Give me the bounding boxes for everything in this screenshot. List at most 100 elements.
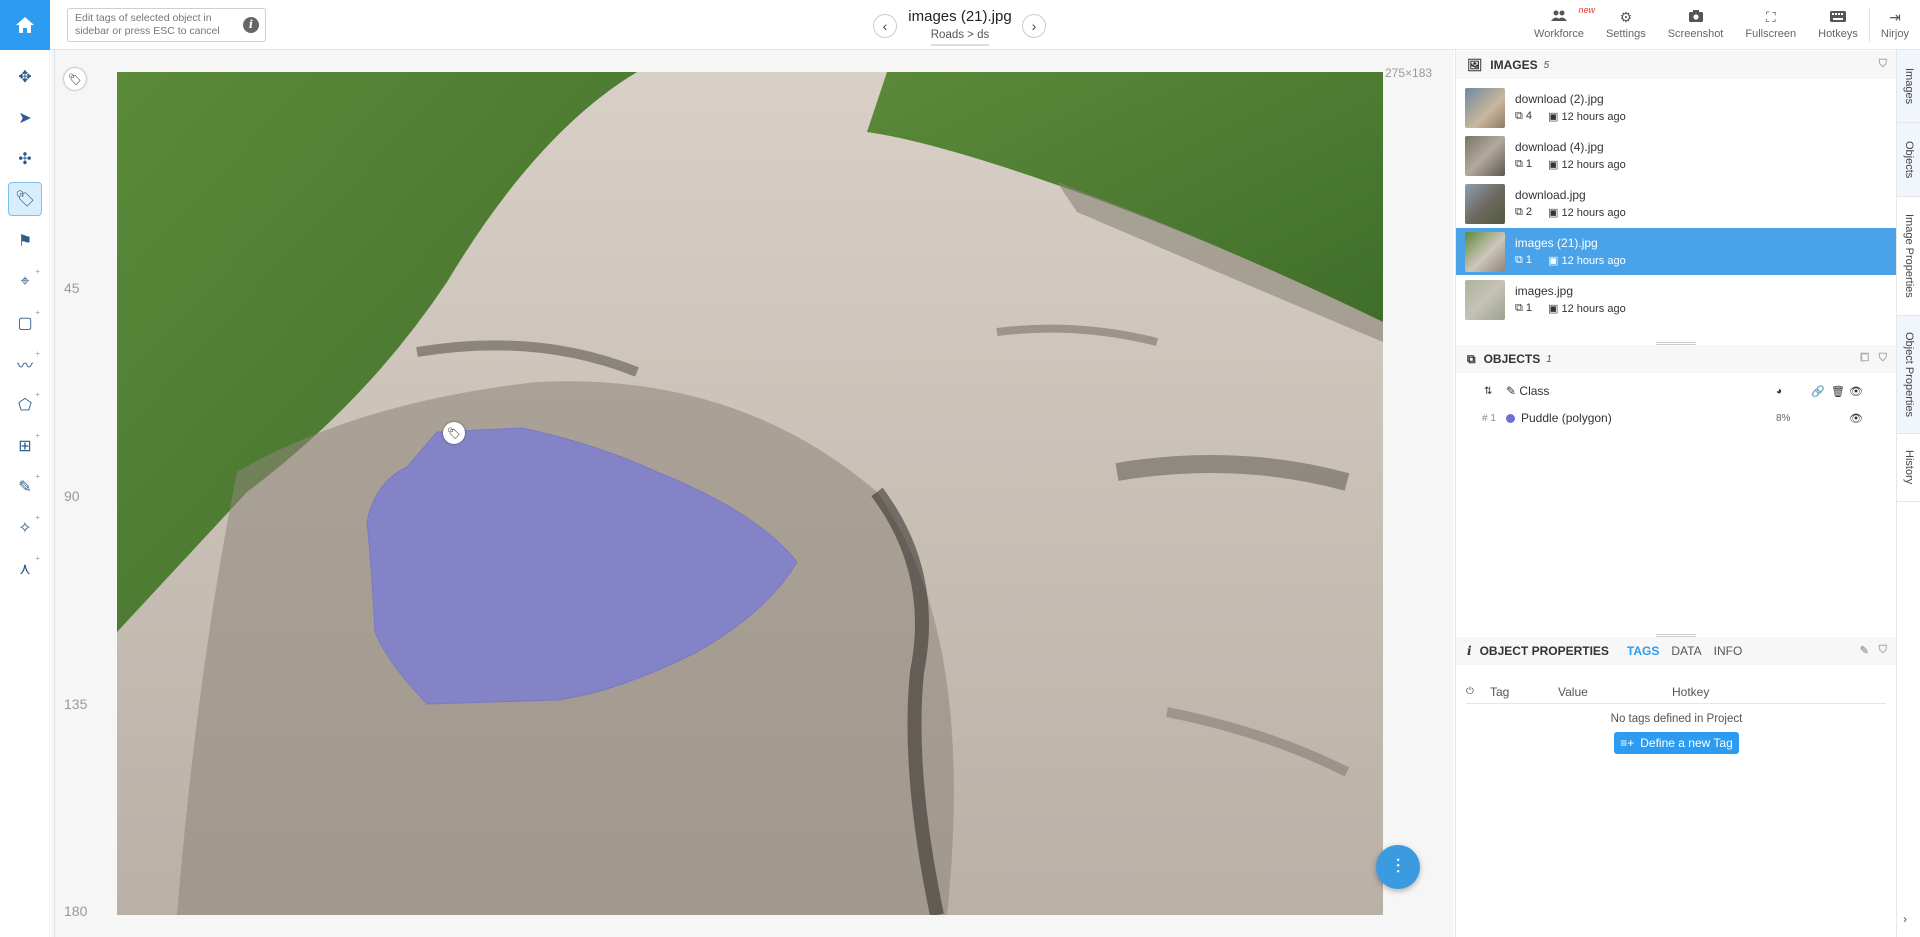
- filter-icon[interactable]: ⛉: [1879, 58, 1887, 71]
- define-tag-label: Define a new Tag: [1640, 736, 1733, 750]
- plus-icon: +: [35, 431, 40, 440]
- image-thumbnail: [1465, 279, 1505, 320]
- class-column-label: Class: [1519, 384, 1550, 398]
- polyline-icon: 〰: [16, 358, 33, 375]
- move-tool[interactable]: ✥: [8, 60, 42, 94]
- sliders-icon: ⫶: [1395, 855, 1401, 878]
- tags-table-header: ⏻ Tag Value Hotkey: [1466, 680, 1886, 704]
- eye-icon[interactable]: 👁: [1849, 412, 1865, 425]
- point-tool[interactable]: ⌖ +: [8, 265, 42, 299]
- gear-icon: ⚙: [1619, 9, 1633, 25]
- vtab-history[interactable]: History: [1897, 434, 1920, 502]
- prev-image-button[interactable]: ‹: [873, 14, 897, 38]
- graph-tool[interactable]: ⋏ +: [8, 552, 42, 586]
- adjustments-button[interactable]: ⫶: [1376, 845, 1420, 889]
- image-name: download.jpg: [1515, 188, 1586, 202]
- image-list-item[interactable]: download (2).jpg ⧉ 4 ▣ 12 hours ago: [1456, 84, 1897, 131]
- class-column-header[interactable]: ✎ Class: [1506, 384, 1776, 398]
- ruler-label: 135: [64, 696, 88, 712]
- image-list-item[interactable]: download.jpg ⧉ 2 ▣ 12 hours ago: [1456, 180, 1897, 227]
- hotkeys-button[interactable]: Hotkeys: [1807, 0, 1869, 50]
- image-name: images (21).jpg: [1515, 236, 1598, 250]
- settings-button[interactable]: ⚙ Settings: [1595, 0, 1657, 50]
- rectangle-tool[interactable]: ▢ +: [8, 306, 42, 340]
- plus-icon: +: [35, 308, 40, 317]
- camera-icon: [1688, 10, 1703, 24]
- brush-tool[interactable]: ✎ +: [8, 470, 42, 504]
- vtab-object-properties[interactable]: Object Properties: [1897, 316, 1920, 434]
- vtab-images-label: Images: [1903, 67, 1915, 105]
- tag-column-header: Tag: [1490, 684, 1510, 699]
- tab-tags[interactable]: TAGS: [1627, 644, 1659, 658]
- layers-icon: ⧉ 1: [1515, 302, 1533, 314]
- define-tag-button[interactable]: ≡+ Define a new Tag: [1614, 732, 1739, 754]
- vtab-image-properties[interactable]: Image Properties: [1897, 197, 1920, 316]
- smart-tool-icon: ⊞: [18, 438, 32, 455]
- objects-table-header: ⇅ ✎ Class ◕ 🔗 🗑 👁: [1456, 378, 1897, 404]
- copy-icon[interactable]: ⧠: [1860, 352, 1869, 365]
- user-logout-button[interactable]: ⇥ Nirjoy: [1870, 0, 1920, 50]
- object-tag-marker[interactable]: 🏷: [443, 422, 465, 444]
- top-actions: Workforce new ⚙ Settings Screenshot ⛶ Fu…: [1523, 0, 1920, 50]
- image-list-item[interactable]: images.jpg ⧉ 1 ▣ 12 hours ago: [1456, 276, 1897, 323]
- object-row[interactable]: # 1 Puddle (polygon) 8% 👁: [1456, 405, 1897, 431]
- next-image-button[interactable]: ›: [1022, 14, 1046, 38]
- smart-tool[interactable]: ⊞ +: [8, 429, 42, 463]
- vtab-image-properties-label: Image Properties: [1903, 214, 1915, 298]
- magic-wand-tool[interactable]: ✧ +: [8, 511, 42, 545]
- filter-icon[interactable]: ⛉: [1879, 644, 1887, 657]
- tool-sidebar: ✥ ➤ ✣ 🏷 ⚑ ⌖ + ▢ + 〰 + ⬠ + ⊞ + ✎ + ✧ + ⋏ +: [0, 50, 50, 937]
- tab-info[interactable]: INFO: [1714, 644, 1743, 658]
- edit-icon[interactable]: ✎: [1860, 644, 1869, 657]
- chevron-right-icon[interactable]: ›: [1903, 912, 1907, 926]
- sort-icon[interactable]: ⇅: [1484, 386, 1506, 397]
- area-icon[interactable]: ◕: [1776, 386, 1811, 397]
- calendar-icon: ▣ 12 hours ago: [1548, 303, 1626, 315]
- user-label: Nirjoy: [1880, 28, 1909, 40]
- people-icon: [1551, 10, 1567, 24]
- image-title-block: images (21).jpg Roads > ds: [900, 8, 1020, 46]
- brush-icon: ✎: [1506, 384, 1517, 398]
- filter-icon[interactable]: ⛉: [1879, 352, 1887, 365]
- home-button[interactable]: [0, 0, 50, 50]
- eye-icon[interactable]: 👁: [1849, 385, 1865, 398]
- image-thumbnail: [1465, 87, 1505, 128]
- tag-tool[interactable]: 🏷: [8, 182, 42, 216]
- workforce-button[interactable]: Workforce new: [1523, 0, 1595, 50]
- image-thumbnail: [1465, 183, 1505, 224]
- polygon-tool[interactable]: ⬠ +: [8, 388, 42, 422]
- info-icon[interactable]: i: [243, 17, 259, 33]
- images-title: IMAGES: [1490, 58, 1538, 72]
- vtab-images[interactable]: Images: [1897, 50, 1920, 123]
- image-list-item[interactable]: download (4).jpg ⧉ 1 ▣ 12 hours ago: [1456, 132, 1897, 179]
- trash-icon[interactable]: 🗑: [1831, 385, 1849, 398]
- right-sidebar: 🖼 IMAGES 5 ⛉ download (2).jpg ⧉ 4 ▣ 12 ho…: [1455, 50, 1897, 937]
- breadcrumb[interactable]: Roads > ds: [930, 29, 990, 46]
- magic-wand-icon: ✧: [18, 520, 32, 537]
- screenshot-button[interactable]: Screenshot: [1657, 0, 1735, 50]
- object-count: 1: [1525, 302, 1533, 314]
- image-list-item-selected[interactable]: images (21).jpg ⧉ 1 ▣ 12 hours ago: [1456, 228, 1897, 275]
- flag-tool[interactable]: ⚑: [8, 224, 42, 258]
- vertical-tab-bar: Images Objects Image Properties Object P…: [1896, 50, 1920, 937]
- select-tool[interactable]: ➤: [8, 101, 42, 135]
- image-time: 12 hours ago: [1561, 111, 1626, 123]
- vtab-objects[interactable]: Objects: [1897, 123, 1920, 197]
- image-tag-marker[interactable]: 🏷: [64, 68, 86, 90]
- image-name: download (2).jpg: [1515, 92, 1604, 106]
- image-time: 12 hours ago: [1561, 303, 1626, 315]
- pan-tool[interactable]: ✣: [8, 142, 42, 176]
- image-time: 12 hours ago: [1561, 255, 1626, 267]
- link-icon[interactable]: 🔗: [1811, 385, 1831, 398]
- road-photo[interactable]: [117, 72, 1383, 915]
- rectangle-icon: ▢: [17, 315, 33, 332]
- tab-data[interactable]: DATA: [1671, 644, 1701, 658]
- image-title: images (21).jpg: [908, 8, 1012, 25]
- image-thumbnail: [1465, 231, 1505, 272]
- fullscreen-button[interactable]: ⛶ Fullscreen: [1734, 0, 1807, 50]
- image-name: images.jpg: [1515, 284, 1574, 298]
- object-count: 2: [1525, 206, 1533, 218]
- power-icon[interactable]: ⏻: [1466, 686, 1490, 697]
- calendar-icon: ▣ 12 hours ago: [1548, 207, 1626, 219]
- polyline-tool[interactable]: 〰 +: [8, 347, 42, 381]
